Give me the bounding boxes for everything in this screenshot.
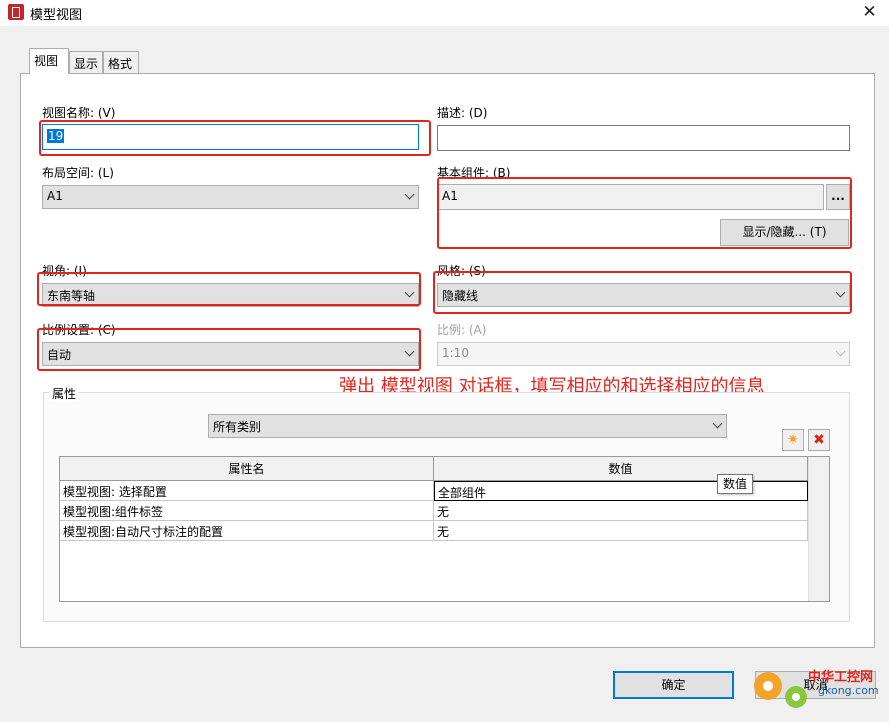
highlight-box-view-angle — [37, 272, 421, 306]
table-row-name[interactable]: 模型视图:自动尺寸标注的配置 — [60, 521, 434, 541]
watermark-title: 中华工控网 — [808, 670, 874, 685]
category-value: 所有类别 — [213, 420, 262, 434]
watermark-url: gkong.com — [818, 684, 879, 697]
column-header-name[interactable]: 属性名 — [60, 457, 434, 481]
delete-property-button[interactable]: ✖ — [808, 429, 830, 451]
app-icon — [8, 4, 24, 20]
close-button[interactable]: ✕ — [850, 0, 889, 26]
chevron-down-icon — [712, 418, 723, 429]
view-name-label: 视图名称: (V) — [42, 106, 116, 120]
title-bar — [0, 0, 889, 26]
chevron-down-icon — [404, 189, 415, 200]
watermark-gear-icon — [754, 672, 782, 700]
tab-format[interactable]: 格式 — [103, 51, 139, 73]
grid-scrollbar[interactable] — [808, 457, 829, 601]
table-row-name[interactable]: 模型视图:组件标签 — [60, 501, 434, 521]
scale-value: 1:10 — [442, 346, 469, 360]
properties-group-title: 属性 — [49, 385, 80, 402]
table-row-name[interactable]: 模型视图: 选择配置 — [60, 481, 434, 501]
value-tooltip: 数值 — [717, 474, 753, 494]
highlight-box-base-component — [437, 177, 852, 249]
highlight-box-view-name — [39, 120, 431, 156]
table-row-value[interactable]: 无 — [434, 501, 808, 521]
scale-select: 1:10 — [437, 342, 850, 366]
table-row-value[interactable]: 无 — [434, 521, 808, 541]
tab-display[interactable]: 显示 — [69, 51, 103, 73]
watermark-gear-icon — [785, 686, 807, 708]
add-property-button[interactable]: ✷ — [782, 429, 804, 451]
layout-space-value: A1 — [47, 189, 63, 203]
delete-x-icon: ✖ — [813, 432, 825, 448]
window-title: 模型视图 — [30, 8, 83, 23]
highlight-box-scale-setting — [37, 328, 421, 371]
scale-label: 比例: (A) — [437, 323, 487, 337]
description-label: 描述: (D) — [437, 106, 488, 120]
category-select[interactable]: 所有类别 — [208, 414, 727, 438]
layout-space-select[interactable]: A1 — [42, 185, 419, 209]
description-input[interactable] — [437, 125, 850, 151]
ok-button[interactable]: 确定 — [613, 671, 734, 699]
chevron-down-icon — [835, 346, 846, 357]
tab-view[interactable]: 视图 — [29, 48, 69, 74]
layout-space-label: 布局空间: (L) — [42, 166, 114, 180]
highlight-box-style — [433, 271, 852, 314]
sparkle-icon: ✷ — [787, 432, 799, 448]
